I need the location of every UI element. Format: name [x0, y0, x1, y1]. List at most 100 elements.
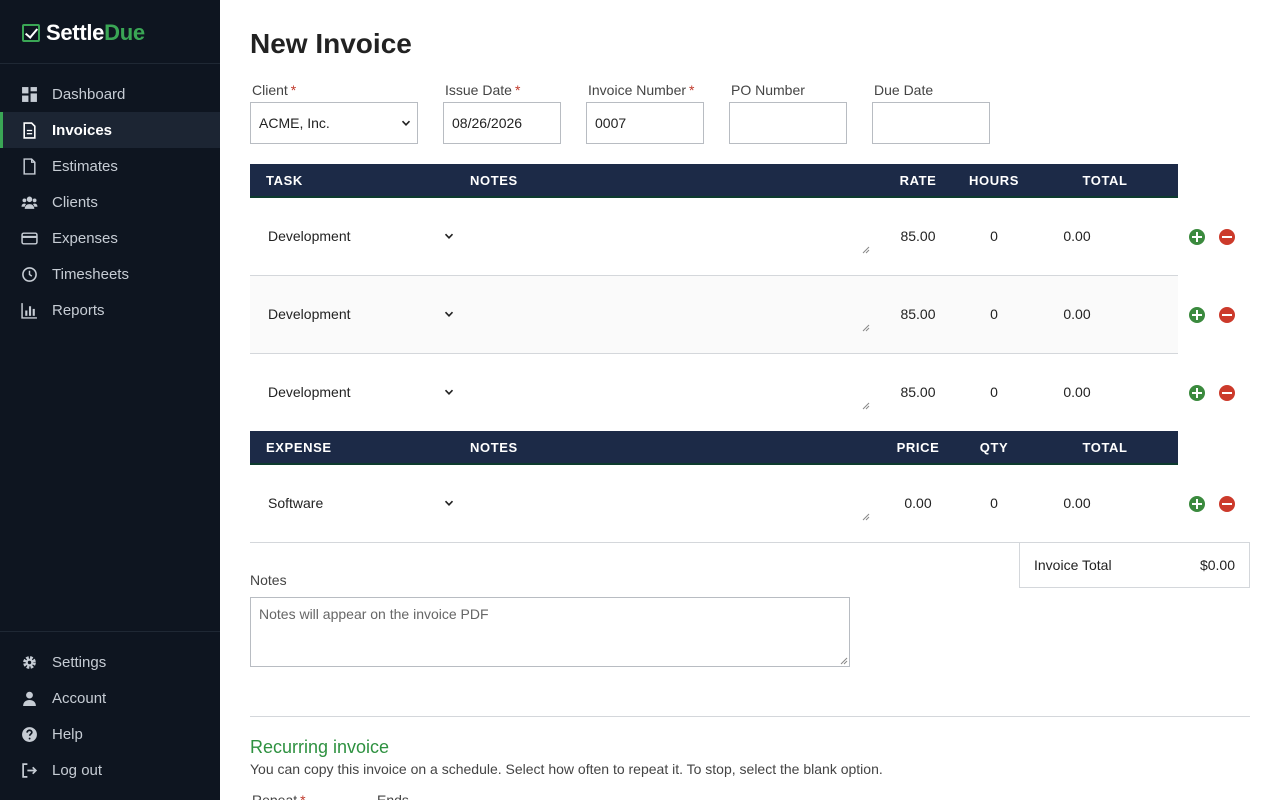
- task-select[interactable]: Development: [268, 306, 454, 322]
- sidebar-divider: [0, 631, 220, 632]
- sidebar-item-dashboard[interactable]: Dashboard: [0, 76, 220, 112]
- col-qty: QTY: [979, 440, 1009, 455]
- task-select[interactable]: Development: [268, 384, 454, 400]
- sidebar: Settle Due Dashboard Invoices Estimates C…: [0, 0, 220, 800]
- add-row-icon[interactable]: [1189, 307, 1205, 323]
- sidebar-item-label: Reports: [52, 301, 105, 319]
- rate-value[interactable]: 85.00: [888, 384, 948, 400]
- expense-select[interactable]: Software: [268, 495, 454, 511]
- hours-value[interactable]: 0: [964, 384, 1024, 400]
- invoice-notes-textarea[interactable]: Notes will appear on the invoice PDF: [250, 597, 850, 667]
- issue-date-label: Issue Date *: [445, 82, 521, 98]
- sidebar-item-clients[interactable]: Clients: [0, 184, 220, 220]
- due-date-input[interactable]: [872, 102, 990, 144]
- file-icon: [20, 157, 38, 175]
- required-marker: *: [290, 82, 297, 98]
- resize-handle-icon[interactable]: [862, 324, 870, 332]
- chevron-down-icon: [444, 233, 454, 239]
- invoice-number-input[interactable]: 0007: [586, 102, 704, 144]
- notes-textarea[interactable]: [464, 473, 872, 523]
- required-marker: *: [300, 792, 306, 800]
- total-value: 0.00: [1063, 495, 1091, 511]
- sidebar-item-settings[interactable]: Settings: [0, 644, 220, 680]
- expense-table-header: EXPENSE NOTES PRICE QTY TOTAL: [250, 431, 1178, 465]
- chevron-down-icon: [401, 120, 411, 126]
- question-icon: [20, 725, 38, 743]
- total-value: 0.00: [1063, 306, 1091, 322]
- task-select[interactable]: Development: [268, 228, 454, 244]
- qty-value[interactable]: 0: [964, 495, 1024, 511]
- remove-row-icon[interactable]: [1219, 496, 1235, 512]
- remove-row-icon[interactable]: [1219, 307, 1235, 323]
- invoice-total-value: $0.00: [1199, 557, 1235, 573]
- notes-textarea[interactable]: [464, 206, 872, 256]
- task-table-header: TASK NOTES RATE HOURS TOTAL: [250, 164, 1178, 198]
- clock-icon: [20, 265, 38, 283]
- sidebar-item-account[interactable]: Account: [0, 680, 220, 716]
- hours-value[interactable]: 0: [964, 306, 1024, 322]
- remove-row-icon[interactable]: [1219, 229, 1235, 245]
- brand-logo[interactable]: Settle Due: [22, 20, 145, 46]
- client-select[interactable]: ACME, Inc.: [250, 102, 418, 144]
- po-number-input[interactable]: [729, 102, 847, 144]
- sidebar-item-reports[interactable]: Reports: [0, 292, 220, 328]
- sidebar-item-logout[interactable]: Log out: [0, 752, 220, 788]
- resize-handle-icon[interactable]: [862, 402, 870, 410]
- logout-icon: [20, 761, 38, 779]
- hours-value[interactable]: 0: [964, 228, 1024, 244]
- gear-icon: [20, 653, 38, 671]
- invoice-total-label: Invoice Total: [1034, 557, 1112, 573]
- notes-textarea[interactable]: [464, 284, 872, 334]
- sidebar-divider: [0, 63, 220, 64]
- table-row: Development 85.00 0 0.00: [250, 276, 1178, 354]
- recurring-title: Recurring invoice: [250, 737, 390, 757]
- sidebar-item-estimates[interactable]: Estimates: [0, 148, 220, 184]
- sidebar-item-label: Settings: [52, 653, 107, 671]
- users-icon: [20, 193, 38, 211]
- col-rate: RATE: [899, 173, 937, 188]
- repeat-label: Repeat *: [252, 792, 306, 800]
- sidebar-item-label: Expenses: [52, 229, 118, 247]
- chevron-down-icon: [444, 389, 454, 395]
- page-title: New Invoice: [250, 28, 412, 59]
- col-expense: EXPENSE: [266, 440, 332, 455]
- sidebar-item-expenses[interactable]: Expenses: [0, 220, 220, 256]
- table-row: Development 85.00 0 0.00: [250, 354, 1178, 431]
- bar-chart-icon: [20, 301, 38, 319]
- resize-handle-icon[interactable]: [840, 657, 848, 665]
- user-icon: [20, 689, 38, 707]
- resize-handle-icon[interactable]: [862, 246, 870, 254]
- sidebar-item-label: Dashboard: [52, 85, 126, 103]
- add-row-icon[interactable]: [1189, 496, 1205, 512]
- sidebar-item-help[interactable]: Help: [0, 716, 220, 752]
- issue-date-input[interactable]: 08/26/2026: [443, 102, 561, 144]
- invoice-total: Invoice Total $0.00: [1019, 542, 1250, 588]
- po-number-label: PO Number: [731, 82, 805, 98]
- checkmark-icon: [22, 24, 40, 42]
- add-row-icon[interactable]: [1189, 229, 1205, 245]
- rate-value[interactable]: 85.00: [888, 306, 948, 322]
- credit-card-icon: [20, 229, 38, 247]
- resize-handle-icon[interactable]: [862, 513, 870, 521]
- notes-textarea[interactable]: [464, 362, 872, 412]
- sidebar-item-label: Invoices: [52, 121, 113, 139]
- sidebar-item-timesheets[interactable]: Timesheets: [0, 256, 220, 292]
- rate-value[interactable]: 85.00: [888, 228, 948, 244]
- remove-row-icon[interactable]: [1219, 385, 1235, 401]
- client-value: ACME, Inc.: [259, 115, 330, 131]
- sidebar-item-invoices[interactable]: Invoices: [0, 112, 220, 148]
- price-value[interactable]: 0.00: [888, 495, 948, 511]
- table-row: Software 0.00 0 0.00: [250, 465, 1178, 543]
- required-marker: *: [514, 82, 521, 98]
- sidebar-item-label: Log out: [52, 761, 103, 779]
- invoice-number-label: Invoice Number *: [588, 82, 695, 98]
- total-value: 0.00: [1063, 228, 1091, 244]
- client-label: Client *: [252, 82, 297, 98]
- sidebar-item-label: Estimates: [52, 157, 118, 175]
- chevron-down-icon: [444, 500, 454, 506]
- sidebar-item-label: Timesheets: [52, 265, 129, 283]
- sidebar-item-label: Help: [52, 725, 83, 743]
- col-notes: NOTES: [470, 173, 518, 188]
- add-row-icon[interactable]: [1189, 385, 1205, 401]
- col-price: PRICE: [896, 440, 940, 455]
